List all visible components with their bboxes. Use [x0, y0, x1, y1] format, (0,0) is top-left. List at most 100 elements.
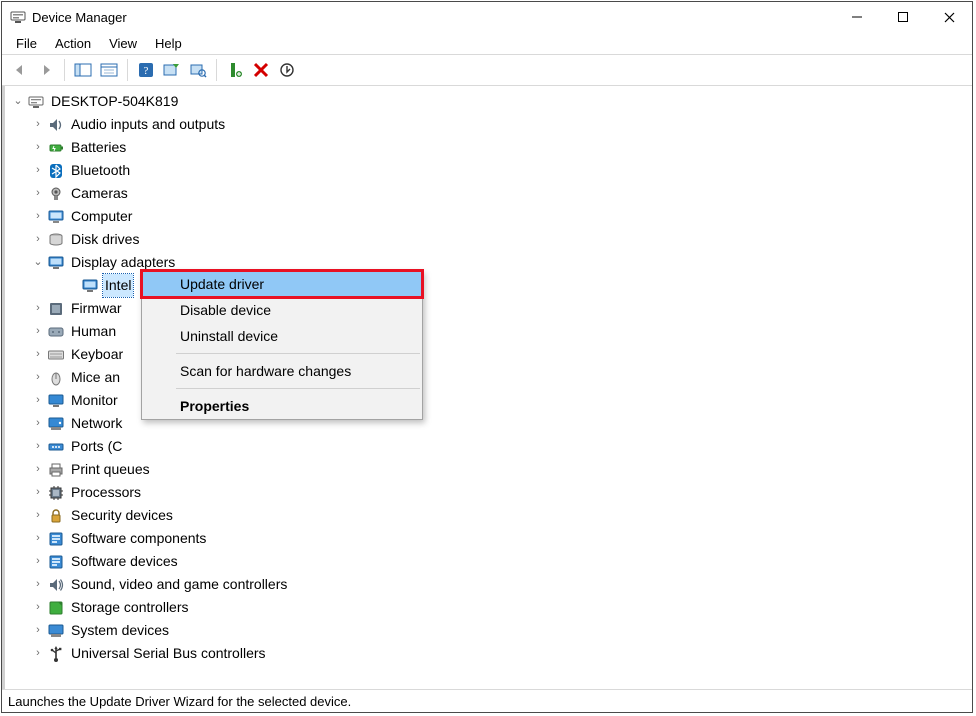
expander-icon[interactable]: › [31, 596, 45, 619]
toolbar-show-hide-tree-button[interactable] [71, 58, 95, 82]
root-icon [27, 93, 45, 111]
ctx-update-driver[interactable]: Update driver [142, 271, 422, 297]
toolbar-back-button[interactable] [8, 58, 32, 82]
expander-icon[interactable]: › [31, 573, 45, 596]
ctx-uninstall-device[interactable]: Uninstall device [142, 323, 422, 349]
tree-item-usb-22[interactable]: › Universal Serial Bus controllers [7, 642, 972, 665]
expander-icon[interactable]: › [31, 136, 45, 159]
system-icon [47, 622, 65, 640]
tree-item-label: Disk drives [69, 228, 141, 251]
context-menu: Update driver Disable device Uninstall d… [141, 270, 423, 420]
tree-item-camera-3[interactable]: › Cameras [7, 182, 972, 205]
expander-icon[interactable]: ⌄ [11, 90, 25, 113]
tree-item-label: Storage controllers [69, 596, 191, 619]
ctx-separator [176, 388, 420, 389]
tree-item-security-16[interactable]: ›Security devices [7, 504, 972, 527]
menu-action[interactable]: Action [47, 34, 99, 53]
ctx-item-label: Uninstall device [180, 328, 278, 344]
expander-icon[interactable]: › [31, 458, 45, 481]
toolbar-forward-button[interactable] [34, 58, 58, 82]
audio-icon [47, 116, 65, 134]
ctx-properties[interactable]: Properties [142, 393, 422, 419]
device-manager-icon [10, 9, 26, 25]
tree-item-system-21[interactable]: ›System devices [7, 619, 972, 642]
tree-item-label: Software components [69, 527, 208, 550]
tree-item-processor-15[interactable]: ›Processors [7, 481, 972, 504]
tree-item-battery-1[interactable]: ›Batteries [7, 136, 972, 159]
ctx-scan-hardware[interactable]: Scan for hardware changes [142, 358, 422, 384]
svg-text:?: ? [144, 65, 149, 77]
toolbar-uninstall-button[interactable] [249, 58, 273, 82]
toolbar-properties-button[interactable] [97, 58, 121, 82]
toolbar-separator [64, 59, 65, 81]
expander-icon[interactable]: › [31, 389, 45, 412]
tree-item-print-14[interactable]: › Print queues [7, 458, 972, 481]
device-tree-pane[interactable]: ⌄DESKTOP-504K819›Audio inputs and output… [2, 86, 972, 689]
statusbar: Launches the Update Driver Wizard for th… [2, 689, 972, 712]
tree-item-disk-5[interactable]: › Disk drives [7, 228, 972, 251]
tree-item-label: Keyboar [69, 343, 125, 366]
usb-icon [47, 645, 65, 663]
menu-file[interactable]: File [8, 34, 45, 53]
tree-item-sound-19[interactable]: ›Sound, video and game controllers [7, 573, 972, 596]
tree-item-label: Cameras [69, 182, 130, 205]
display-icon [81, 277, 99, 295]
expander-icon[interactable]: › [31, 343, 45, 366]
sound-icon [47, 576, 65, 594]
tree-item-label: Computer [69, 205, 134, 228]
close-button[interactable] [926, 2, 972, 32]
expander-icon[interactable]: › [31, 550, 45, 573]
minimize-button[interactable] [834, 2, 880, 32]
tree-item-bluetooth-2[interactable]: › Bluetooth [7, 159, 972, 182]
expander-icon[interactable]: › [31, 297, 45, 320]
toolbar-help-button[interactable]: ? [134, 58, 158, 82]
expander-icon[interactable]: › [31, 619, 45, 642]
expander-icon[interactable]: › [31, 481, 45, 504]
tree-item-software-17[interactable]: › Software components [7, 527, 972, 550]
expander-icon[interactable]: ⌄ [31, 251, 45, 274]
tree-item-audio-0[interactable]: ›Audio inputs and outputs [7, 113, 972, 136]
tree-item-computer-4[interactable]: › Computer [7, 205, 972, 228]
tree-item-label: Print queues [69, 458, 152, 481]
expander-icon[interactable]: › [31, 366, 45, 389]
menu-help[interactable]: Help [147, 34, 190, 53]
tree-root-node[interactable]: ⌄DESKTOP-504K819 [7, 90, 972, 113]
expander-icon[interactable]: › [31, 159, 45, 182]
expander-icon[interactable]: › [31, 642, 45, 665]
expander-icon[interactable]: › [31, 504, 45, 527]
tree-item-software-18[interactable]: ›Software devices [7, 550, 972, 573]
menu-view[interactable]: View [101, 34, 145, 53]
expander-icon[interactable]: › [31, 228, 45, 251]
expander-icon[interactable]: › [31, 182, 45, 205]
security-icon [47, 507, 65, 525]
device-manager-window: Device Manager File Action View Help [1, 1, 973, 713]
expander-icon[interactable]: › [31, 205, 45, 228]
window-controls [834, 2, 972, 32]
storage-icon [47, 599, 65, 617]
ctx-disable-device[interactable]: Disable device [142, 297, 422, 323]
tree-item-label: Bluetooth [69, 159, 132, 182]
tree-item-label: Universal Serial Bus controllers [69, 642, 268, 665]
ctx-item-label: Disable device [180, 302, 271, 318]
computer-icon [47, 208, 65, 226]
maximize-button[interactable] [880, 2, 926, 32]
toolbar-update-driver-button[interactable] [160, 58, 184, 82]
expander-icon[interactable]: › [31, 113, 45, 136]
toolbar-disable-button[interactable] [275, 58, 299, 82]
tree-item-ports-13[interactable]: ›Ports (C [7, 435, 972, 458]
hid-icon [47, 323, 65, 341]
disk-icon [47, 231, 65, 249]
expander-icon[interactable]: › [31, 412, 45, 435]
expander-icon[interactable]: › [31, 435, 45, 458]
toolbar: ? [2, 54, 972, 86]
expander-icon[interactable]: › [31, 320, 45, 343]
camera-icon [47, 185, 65, 203]
toolbar-separator [216, 59, 217, 81]
battery-icon [47, 139, 65, 157]
expander-icon[interactable]: › [31, 527, 45, 550]
tree-item-storage-20[interactable]: › Storage controllers [7, 596, 972, 619]
software-icon [47, 530, 65, 548]
ctx-separator [176, 353, 420, 354]
toolbar-scan-button[interactable] [186, 58, 210, 82]
toolbar-add-legacy-button[interactable] [223, 58, 247, 82]
